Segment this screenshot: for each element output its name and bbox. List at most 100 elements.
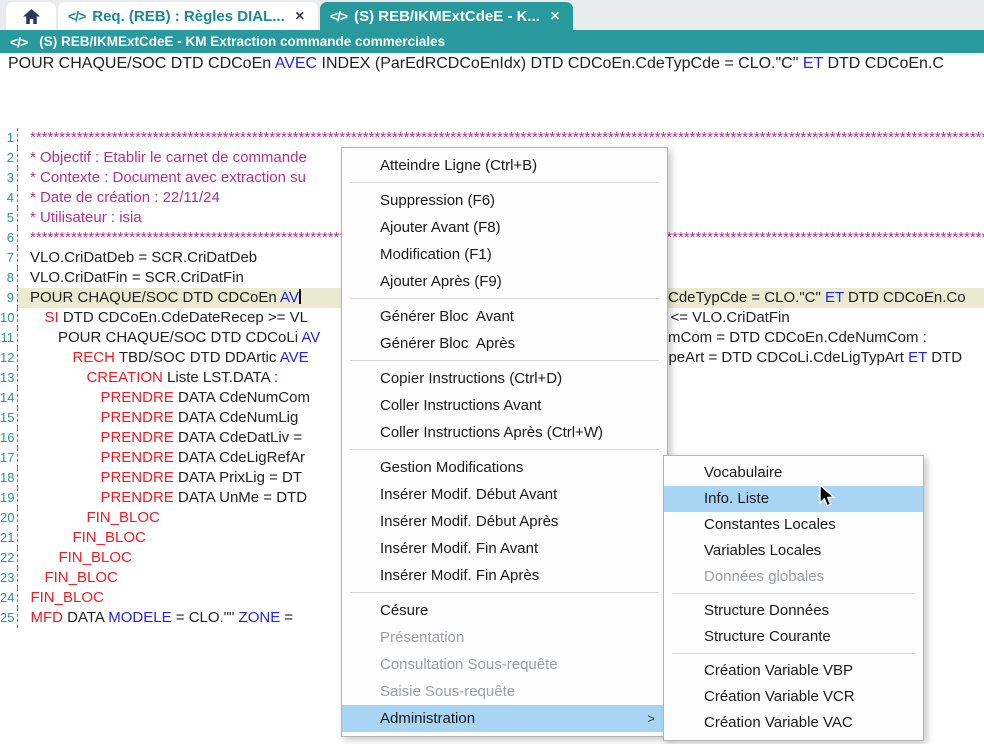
- request-criteria-line: POUR CHAQUE/SOC DTD CDCoEn AVEC INDEX (P…: [0, 53, 984, 75]
- submenu-item-info-liste[interactable]: Info. Liste: [664, 486, 923, 512]
- context-menu-item-inserer-modif-debut-apres[interactable]: Insérer Modif. Début Après: [342, 508, 667, 535]
- line-number: 14: [0, 388, 18, 408]
- submenu-item-creation-variable-vcr[interactable]: Création Variable VCR: [664, 684, 923, 710]
- code-segment: FIN_BLOC: [30, 589, 103, 606]
- line-number: 20: [0, 508, 18, 528]
- submenu-item-constantes-locales[interactable]: Constantes Locales: [664, 512, 923, 538]
- menu-item-label: Coller Instructions Après (Ctrl+W): [380, 424, 603, 441]
- code-segment: PRENDRE: [100, 469, 173, 486]
- menu-item-label: Administration: [380, 710, 475, 727]
- close-icon[interactable]: ✕: [547, 8, 563, 24]
- context-menu-item-suppression-f6[interactable]: Suppression (F6): [342, 187, 667, 214]
- code-segment: DATA CdeNumLig: [174, 409, 299, 426]
- tab-bar: </> Req. (REB) : Règles DIAL... ✕ </> (S…: [0, 0, 984, 30]
- code-segment: DTD CDCoEn.C: [823, 55, 944, 72]
- context-menu-item-administration[interactable]: Administration >: [342, 705, 667, 732]
- submenu-item-creation-variable-vbp[interactable]: Création Variable VBP: [664, 658, 923, 684]
- context-menu-item-gestion-modifications[interactable]: Gestion Modifications: [342, 454, 667, 481]
- code-segment: * Contexte : Document avec extraction su: [30, 169, 306, 186]
- code-segment: ET: [825, 289, 844, 306]
- code-segment: FIN_BLOC: [44, 569, 117, 586]
- code-segment: SI: [44, 309, 58, 326]
- line-number: 2: [0, 148, 18, 168]
- menu-item-label: Insérer Modif. Début Avant: [380, 486, 557, 503]
- context-menu-item-generer-bloc-avant[interactable]: Générer Bloc Avant: [342, 303, 667, 330]
- submenu-item-structure-courante[interactable]: Structure Courante: [664, 624, 923, 650]
- document-title-bar: </> (S) REB/IKMExtCdeE - KM Extraction c…: [0, 30, 984, 53]
- code-segment: ****************************************…: [30, 129, 984, 146]
- context-menu-item-inserer-modif-fin-apres[interactable]: Insérer Modif. Fin Après: [342, 562, 667, 589]
- menu-item-label: Insérer Modif. Fin Avant: [380, 540, 538, 557]
- tab-km-extraction[interactable]: </> (S) REB/IKMExtCdeE - K... ✕: [320, 2, 573, 30]
- menu-item-label: Générer Bloc Après: [380, 335, 515, 352]
- submenu-item-variables-locales[interactable]: Variables Locales: [664, 538, 923, 564]
- code-segment: VLO.CriDatFin = SCR.CriDatFin: [30, 269, 244, 286]
- line-number: 17: [0, 448, 18, 468]
- code-segment: mCom = DTD CDCoEn.CdeNumCom: [668, 329, 923, 346]
- home-icon: [22, 8, 41, 25]
- tab-rules-dialog[interactable]: </> Req. (REB) : Règles DIAL... ✕: [58, 2, 318, 30]
- menu-item-label: Gestion Modifications: [380, 459, 523, 476]
- line-number: 4: [0, 188, 18, 208]
- line-number: 7: [0, 248, 18, 268]
- code-segment: CdeTypCde = CLO."C": [668, 289, 825, 306]
- menu-separator: [350, 182, 659, 183]
- code-segment: * Utilisateur : isia: [30, 209, 142, 226]
- tab-home[interactable]: [6, 2, 56, 30]
- document-title: (S) REB/IKMExtCdeE - KM Extraction comma…: [39, 34, 445, 49]
- context-menu-item-consultation-sous-requete: Consultation Sous-requête: [342, 651, 667, 678]
- code-segment: DATA: [63, 609, 108, 626]
- submenu-item-structure-donnees[interactable]: Structure Données: [664, 598, 923, 624]
- code-segment: FIN_BLOC: [86, 509, 159, 526]
- code-text: ****************************************…: [18, 128, 984, 148]
- line-number: 1: [0, 128, 18, 148]
- context-menu-item-modification-f1[interactable]: Modification (F1): [342, 241, 667, 268]
- menu-item-label: Insérer Modif. Fin Après: [380, 567, 539, 584]
- code-segment: ET: [803, 55, 823, 72]
- menu-item-label: Présentation: [380, 629, 464, 646]
- context-menu-item-ajouter-apres-f9[interactable]: Ajouter Après (F9): [342, 268, 667, 295]
- line-number: 5: [0, 208, 18, 228]
- code-segment: MFD: [30, 609, 63, 626]
- code-segment: PRENDRE: [100, 409, 173, 426]
- menu-item-label: Modification (F1): [380, 246, 492, 263]
- code-icon: </>: [330, 8, 347, 24]
- code-segment: DTD CDCoEn.Co: [844, 289, 966, 306]
- context-menu-item-generer-bloc-apres[interactable]: Générer Bloc Après: [342, 330, 667, 357]
- submenu-item-creation-variable-vac[interactable]: Création Variable VAC: [664, 710, 923, 736]
- submenu-arrow-icon: >: [647, 705, 655, 732]
- context-menu: Atteindre Ligne (Ctrl+B) Suppression (F6)…: [341, 147, 668, 737]
- code-segment: PRENDRE: [100, 389, 173, 406]
- close-icon[interactable]: ✕: [292, 8, 308, 24]
- code-segment: DATA CdeNumCom: [174, 389, 310, 406]
- code-text-continuation: <= VLO.CriDatFin: [670, 308, 789, 328]
- context-menu-item-coller-instructions-apres-ctrl-w[interactable]: Coller Instructions Après (Ctrl+W): [342, 419, 667, 446]
- context-menu-item-inserer-modif-fin-avant[interactable]: Insérer Modif. Fin Avant: [342, 535, 667, 562]
- context-menu-item-inserer-modif-debut-avant[interactable]: Insérer Modif. Début Avant: [342, 481, 667, 508]
- code-segment: DATA PrixLig = DT: [174, 469, 302, 486]
- menu-separator: [350, 592, 659, 593]
- menu-item-label: Info. Liste: [704, 490, 769, 507]
- context-menu-item-copier-instructions-ctrl-d[interactable]: Copier Instructions (Ctrl+D): [342, 365, 667, 392]
- submenu-item-vocabulaire[interactable]: Vocabulaire: [664, 460, 923, 486]
- code-segment: AV: [280, 289, 299, 306]
- code-segment: FIN_BLOC: [58, 549, 131, 566]
- line-number: 18: [0, 468, 18, 488]
- text-caret: [299, 289, 301, 304]
- code-segment: POUR CHAQUE/SOC DTD CDCoEn: [8, 55, 275, 72]
- context-menu-item-cesure[interactable]: Césure: [342, 597, 667, 624]
- code-icon: </>: [68, 8, 85, 24]
- menu-item-label: Données globales: [704, 568, 824, 585]
- context-menu-item-ajouter-avant-f8[interactable]: Ajouter Avant (F8): [342, 214, 667, 241]
- code-segment: POUR CHAQUE/SOC DTD CDCoLi: [58, 329, 301, 346]
- line-number: 6: [0, 228, 18, 248]
- code-line[interactable]: 1 ***************************************…: [0, 128, 984, 148]
- line-number: 16: [0, 428, 18, 448]
- line-number: 19: [0, 488, 18, 508]
- line-number: 25: [0, 608, 18, 628]
- code-segment: :: [274, 369, 278, 386]
- context-menu-item-atteindre-ligne-ctrl-b[interactable]: Atteindre Ligne (Ctrl+B): [342, 152, 667, 179]
- context-menu-item-coller-instructions-avant[interactable]: Coller Instructions Avant: [342, 392, 667, 419]
- menu-item-label: Consultation Sous-requête: [380, 656, 558, 673]
- line-number: 21: [0, 528, 18, 548]
